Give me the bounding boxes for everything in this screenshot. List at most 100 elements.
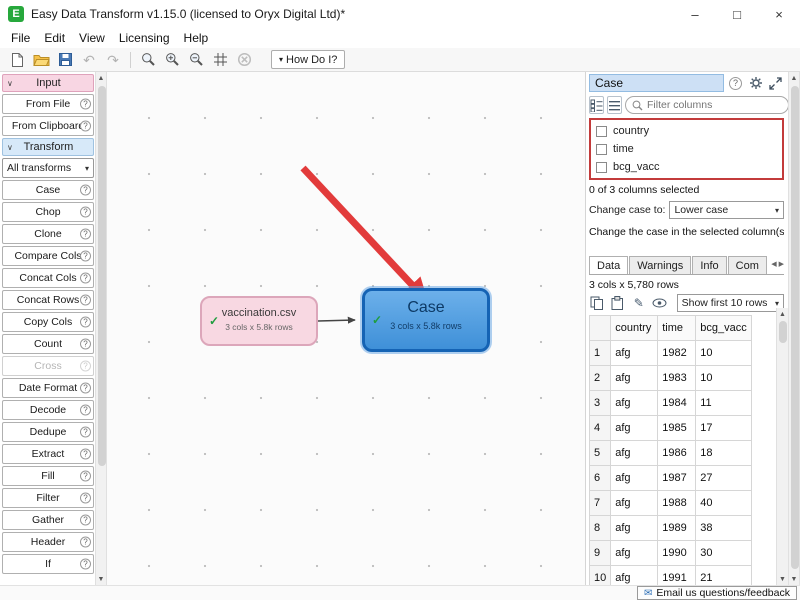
redo-button[interactable]: ↷ xyxy=(102,50,124,70)
how-do-i-button[interactable]: ▾ How Do I? xyxy=(271,50,345,69)
scrollbar-thumb[interactable] xyxy=(98,86,106,466)
help-icon[interactable]: ? xyxy=(80,471,91,482)
help-icon[interactable]: ? xyxy=(80,427,91,438)
sidebar-item-date-format[interactable]: Date Format? xyxy=(2,378,94,398)
col-header-bcg-vacc[interactable]: bcg_vacc xyxy=(696,316,751,341)
zoom-fit-button[interactable] xyxy=(137,50,159,70)
sidebar-scrollbar[interactable]: ▲ ▼ xyxy=(95,72,107,585)
sidebar-item-fill[interactable]: Fill? xyxy=(2,466,94,486)
sidebar-item-concat-cols[interactable]: Concat Cols? xyxy=(2,268,94,288)
sidebar-item-extract[interactable]: Extract? xyxy=(2,444,94,464)
scrollbar-thumb[interactable] xyxy=(779,321,787,343)
table-row[interactable]: 3afg198411 xyxy=(590,391,752,416)
scroll-down-icon[interactable]: ▼ xyxy=(777,573,788,585)
panel-help-button[interactable]: ? xyxy=(727,75,744,92)
help-icon[interactable]: ? xyxy=(80,207,91,218)
help-icon[interactable]: ? xyxy=(80,515,91,526)
help-icon[interactable]: ? xyxy=(80,559,91,570)
help-icon[interactable]: ? xyxy=(80,449,91,460)
help-icon[interactable]: ? xyxy=(80,273,91,284)
menu-file[interactable]: File xyxy=(4,29,37,47)
preview-button[interactable] xyxy=(652,295,668,311)
sidebar-item-copy-cols[interactable]: Copy Cols? xyxy=(2,312,94,332)
table-row[interactable]: 9afg199030 xyxy=(590,541,752,566)
tab-comments[interactable]: Com xyxy=(728,256,767,274)
table-row[interactable]: 6afg198727 xyxy=(590,466,752,491)
help-icon[interactable]: ? xyxy=(80,405,91,416)
help-icon[interactable]: ? xyxy=(80,339,91,350)
canvas[interactable]: ✓ vaccination.csv 3 cols x 5.8k rows ✓ C… xyxy=(107,72,585,585)
undo-button[interactable]: ↶ xyxy=(78,50,100,70)
table-row[interactable]: 2afg198310 xyxy=(590,366,752,391)
sidebar-item-filter[interactable]: Filter? xyxy=(2,488,94,508)
sidebar-item-count[interactable]: Count? xyxy=(2,334,94,354)
column-checklist-view-button[interactable] xyxy=(589,96,604,114)
checkbox-icon[interactable] xyxy=(596,162,607,173)
table-row[interactable]: 5afg198618 xyxy=(590,441,752,466)
close-button[interactable]: × xyxy=(758,0,800,28)
node-vaccination-csv[interactable]: ✓ vaccination.csv 3 cols x 5.8k rows xyxy=(200,296,318,346)
filter-columns-input[interactable] xyxy=(647,99,782,111)
column-row-time[interactable]: time xyxy=(591,140,782,158)
sidebar-item-chop[interactable]: Chop? xyxy=(2,202,94,222)
menu-edit[interactable]: Edit xyxy=(37,29,72,47)
help-icon[interactable]: ? xyxy=(80,229,91,240)
sidebar-item-case[interactable]: Case? xyxy=(2,180,94,200)
open-file-button[interactable] xyxy=(30,50,52,70)
paste-button[interactable] xyxy=(610,295,626,311)
checkbox-icon[interactable] xyxy=(596,126,607,137)
scrollbar-thumb[interactable] xyxy=(791,86,799,569)
help-icon[interactable]: ? xyxy=(80,383,91,394)
table-row[interactable]: 8afg198938 xyxy=(590,516,752,541)
sidebar-item-concat-rows[interactable]: Concat Rows? xyxy=(2,290,94,310)
edit-button[interactable]: ✎ xyxy=(631,295,647,311)
all-transforms-dropdown[interactable]: All transforms ▾ xyxy=(2,158,94,178)
node-case[interactable]: ✓ Case 3 cols x 5.8k rows xyxy=(362,288,490,352)
table-scrollbar[interactable]: ▲ ▼ xyxy=(776,308,788,585)
maximize-button[interactable]: □ xyxy=(716,0,758,28)
new-file-button[interactable] xyxy=(6,50,28,70)
panel-settings-button[interactable] xyxy=(747,75,764,92)
scroll-down-icon[interactable]: ▼ xyxy=(96,573,106,585)
help-icon[interactable]: ? xyxy=(80,493,91,504)
panel-expand-button[interactable] xyxy=(767,75,784,92)
help-icon[interactable]: ? xyxy=(80,121,91,132)
tab-warnings[interactable]: Warnings xyxy=(629,256,691,274)
tab-scroll-left-icon[interactable]: ◀ xyxy=(771,260,776,268)
zoom-out-button[interactable] xyxy=(185,50,207,70)
input-section-header[interactable]: ∨ Input xyxy=(2,74,94,92)
from-clipboard-button[interactable]: From Clipboard ? xyxy=(2,116,94,136)
sidebar-item-gather[interactable]: Gather? xyxy=(2,510,94,530)
help-icon[interactable]: ? xyxy=(80,99,91,110)
tab-data[interactable]: Data xyxy=(589,256,628,275)
col-header-country[interactable]: country xyxy=(611,316,658,341)
scroll-up-icon[interactable]: ▲ xyxy=(777,308,788,320)
transform-section-header[interactable]: ∨ Transform xyxy=(2,138,94,156)
save-button[interactable] xyxy=(54,50,76,70)
help-icon[interactable]: ? xyxy=(80,185,91,196)
sidebar-item-if[interactable]: If? xyxy=(2,554,94,574)
sidebar-item-decode[interactable]: Decode? xyxy=(2,400,94,420)
scroll-up-icon[interactable]: ▲ xyxy=(96,72,106,84)
toggle-grid-button[interactable] xyxy=(209,50,231,70)
help-icon[interactable]: ? xyxy=(80,537,91,548)
change-case-dropdown[interactable]: Lower case ▾ xyxy=(669,201,784,219)
menu-help[interactable]: Help xyxy=(177,29,216,47)
tab-info[interactable]: Info xyxy=(692,256,726,274)
sidebar-item-clone[interactable]: Clone? xyxy=(2,224,94,244)
menu-view[interactable]: View xyxy=(72,29,112,47)
cancel-button[interactable] xyxy=(233,50,255,70)
sidebar-item-compare-cols[interactable]: Compare Cols? xyxy=(2,246,94,266)
col-header-time[interactable]: time xyxy=(658,316,696,341)
panel-scrollbar[interactable]: ▲ ▼ xyxy=(788,72,800,585)
filter-columns-searchbox[interactable] xyxy=(625,96,789,114)
column-row-country[interactable]: country xyxy=(591,122,782,140)
from-file-button[interactable]: From File ? xyxy=(2,94,94,114)
show-rows-dropdown[interactable]: Show first 10 rows ▾ xyxy=(677,294,784,312)
table-row[interactable]: 1afg198210 xyxy=(590,341,752,366)
table-row[interactable]: 4afg198517 xyxy=(590,416,752,441)
scroll-up-icon[interactable]: ▲ xyxy=(789,72,799,84)
sidebar-item-header[interactable]: Header? xyxy=(2,532,94,552)
scroll-down-icon[interactable]: ▼ xyxy=(789,573,799,585)
tab-scroll-right-icon[interactable]: ▶ xyxy=(779,260,784,268)
